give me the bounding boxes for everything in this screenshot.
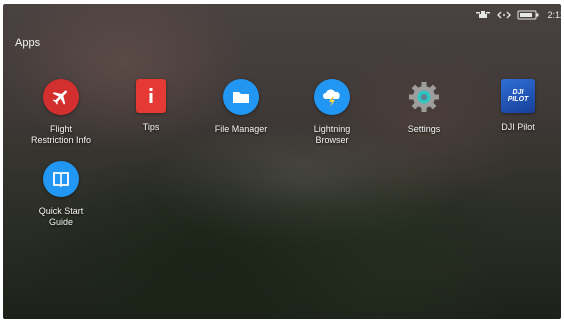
status-time: 2:12 bbox=[547, 10, 561, 20]
dji-pilot-icon-text: DJI PILOT bbox=[507, 89, 529, 103]
app-label: Tips bbox=[142, 122, 160, 132]
folder-icon bbox=[223, 79, 259, 115]
app-tips[interactable]: Tips bbox=[106, 79, 196, 133]
gear-icon bbox=[406, 79, 442, 115]
drone-icon bbox=[475, 10, 491, 20]
app-label: Lightning Browser bbox=[313, 124, 351, 145]
app-dji-pilot[interactable]: DJI PILOT DJI Pilot bbox=[473, 79, 561, 133]
app-label: Quick Start Guide bbox=[38, 206, 84, 227]
dji-pilot-icon: DJI PILOT bbox=[501, 79, 535, 113]
lightning-cloud-icon bbox=[314, 79, 350, 115]
app-lightning-browser[interactable]: Lightning Browser bbox=[287, 79, 377, 146]
info-icon bbox=[136, 79, 166, 113]
app-label: File Manager bbox=[214, 124, 268, 134]
app-quick-start-guide[interactable]: Quick Start Guide bbox=[16, 161, 106, 228]
app-flight-restriction-info[interactable]: Flight Restriction Info bbox=[16, 79, 106, 146]
app-settings[interactable]: Settings bbox=[379, 79, 469, 135]
battery-icon bbox=[517, 10, 541, 20]
apps-section-title: Apps bbox=[15, 37, 41, 49]
book-icon bbox=[43, 161, 79, 197]
airplane-icon bbox=[43, 79, 79, 115]
app-label: Flight Restriction Info bbox=[30, 124, 92, 145]
app-file-manager[interactable]: File Manager bbox=[196, 79, 286, 135]
status-bar: 2:12 bbox=[475, 4, 561, 26]
home-screen: 2:12 Apps Flight Restriction Info Tips F… bbox=[3, 4, 561, 319]
app-label: DJI Pilot bbox=[501, 122, 535, 132]
signal-icon bbox=[497, 10, 512, 20]
app-label: Settings bbox=[407, 124, 441, 134]
